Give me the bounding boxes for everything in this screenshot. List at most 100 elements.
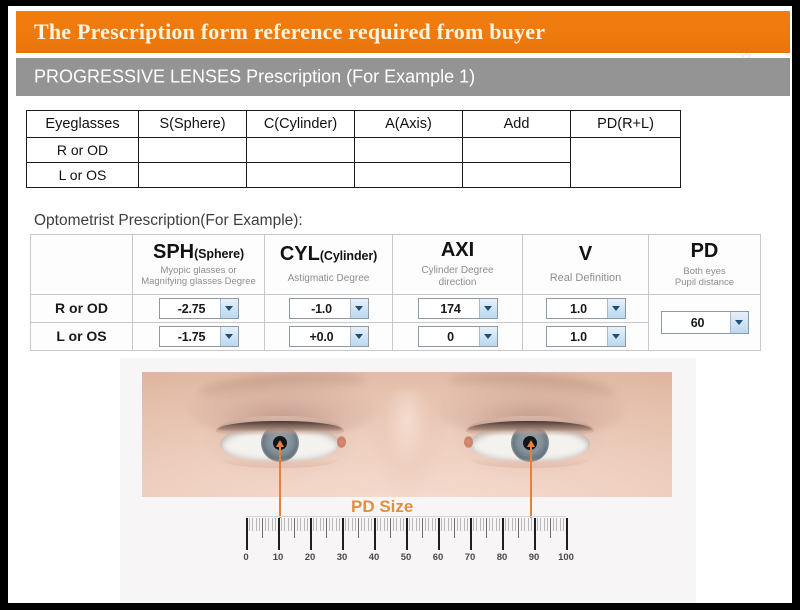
cyl-left-select[interactable]: +0.0 [288, 326, 369, 347]
sph-right-select[interactable]: -2.75 [158, 298, 239, 319]
ruler-tick [457, 518, 459, 531]
ruler-tick [556, 518, 558, 531]
ruler-tick [351, 518, 353, 531]
ruler-tick [521, 518, 523, 531]
v-left-value: 1.0 [570, 329, 587, 344]
ruler-tick [342, 518, 344, 550]
col-header-eyeglasses: Eyeglasses [26, 110, 139, 138]
row-label-right-eye: R or OD [30, 294, 133, 323]
cell-pd-merged: 60 [648, 294, 761, 351]
col-header-sph-desc1: Myopic glasses or [160, 264, 237, 276]
cell-left-sph: -1.75 [132, 322, 265, 351]
ruler-tick [271, 518, 273, 531]
ruler-label: 0 [243, 552, 249, 563]
ruler-tick [386, 518, 388, 531]
col-header-cyl: CYL(Cylinder) Astigmatic Degree [264, 234, 393, 295]
ruler-tick [396, 518, 398, 531]
eyelashes [218, 421, 342, 432]
pd-arrow-left [279, 446, 281, 518]
ruler-tick [364, 518, 366, 531]
col-header-axi: AXI Cylinder Degree direction [392, 234, 523, 295]
col-header-axis: A(Axis) [354, 110, 463, 138]
ruler-tick [428, 518, 430, 531]
col-header-v-title: V [578, 242, 593, 265]
ruler-tick [546, 518, 548, 531]
pd-size-label: PD Size [351, 497, 414, 516]
ruler-tick [434, 518, 436, 531]
ruler-label: 30 [336, 552, 348, 563]
axi-right-select[interactable]: 174 [417, 298, 498, 319]
ruler-label: 60 [432, 552, 444, 563]
cell-left-sphere[interactable] [138, 162, 247, 188]
ruler-tick [338, 518, 340, 531]
col-header-v-desc1: Real Definition [549, 272, 622, 285]
ruler-tick [252, 518, 254, 531]
ruler-tick [361, 518, 363, 531]
ruler-tick [543, 518, 545, 531]
ruler-tick [492, 518, 494, 531]
ruler-tick [463, 518, 465, 531]
ruler-tick [502, 518, 504, 550]
ruler-label: 70 [464, 552, 476, 563]
v-right-select[interactable]: 1.0 [545, 298, 626, 319]
ruler-tick [258, 518, 260, 531]
nose-bridge [369, 390, 445, 497]
tear-duct [337, 436, 346, 448]
cyl-left-value: +0.0 [309, 329, 334, 344]
row-label-left-eye: L or OS [30, 322, 133, 351]
axi-left-value: 0 [447, 329, 454, 344]
chevron-down-icon [478, 299, 497, 318]
ruler-tick [537, 518, 539, 531]
col-header-sph-desc2: Magnifying glasses Degree [141, 276, 256, 288]
ruler-tick [482, 518, 484, 531]
col-header-pd-desc2: Pupil distance [674, 277, 735, 289]
ruler-tick [514, 518, 516, 531]
ruler-tick [550, 518, 551, 538]
col-header-sph: SPH(Sphere) Myopic glasses or Magnifying… [132, 234, 265, 295]
pd-select[interactable]: 60 [660, 311, 749, 334]
ruler-tick [476, 518, 478, 531]
chevron-down-icon [729, 312, 748, 333]
cell-right-sphere[interactable] [138, 137, 247, 163]
col-header-cyl-title: CYL(Cylinder) [279, 243, 378, 266]
ruler-tick [505, 518, 507, 531]
example-prescription-table: SPH(Sphere) Myopic glasses or Magnifying… [30, 234, 761, 351]
ruler-tick [473, 518, 475, 531]
chevron-down-icon [606, 299, 625, 318]
ruler-tick [415, 518, 417, 531]
ruler-tick [354, 518, 356, 531]
ruler-label: 80 [496, 552, 508, 563]
ruler-tick [498, 518, 500, 531]
v-left-select[interactable]: 1.0 [545, 326, 626, 347]
ruler-label: 40 [368, 552, 380, 563]
ruler-tick [431, 518, 433, 531]
axi-right-value: 174 [440, 301, 461, 316]
cell-right-cylinder[interactable] [246, 137, 355, 163]
ruler-tick [534, 518, 536, 550]
col-header-pd-desc1: Both eyes [683, 265, 726, 277]
cyl-right-select[interactable]: -1.0 [288, 298, 369, 319]
ruler-tick [566, 518, 568, 550]
axi-left-select[interactable]: 0 [417, 326, 498, 347]
cyl-right-value: -1.0 [311, 301, 332, 316]
ruler-tick [479, 518, 481, 531]
ruler-tick [370, 518, 372, 531]
title-banner: The Prescription form reference required… [16, 11, 790, 53]
ruler-tick [399, 518, 401, 531]
page-sheet: ASTER LASER ASTER LASER The Prescription… [8, 6, 792, 603]
cell-left-add[interactable] [462, 162, 571, 188]
pd-arrow-left-head [276, 440, 284, 447]
cell-right-axis[interactable] [354, 137, 463, 163]
cell-left-axis[interactable] [354, 162, 463, 188]
sph-left-select[interactable]: -1.75 [158, 326, 239, 347]
chevron-down-icon [478, 327, 497, 346]
ruler-tick [393, 518, 395, 531]
ruler-tick [284, 518, 286, 531]
ruler-label: 50 [400, 552, 412, 563]
cell-left-cylinder[interactable] [246, 162, 355, 188]
cell-pd-merged[interactable] [570, 137, 681, 188]
sph-left-value: -1.75 [177, 329, 206, 344]
ruler-tick [358, 518, 359, 538]
cell-right-v: 1.0 [522, 294, 649, 323]
cell-right-add[interactable] [462, 137, 571, 163]
